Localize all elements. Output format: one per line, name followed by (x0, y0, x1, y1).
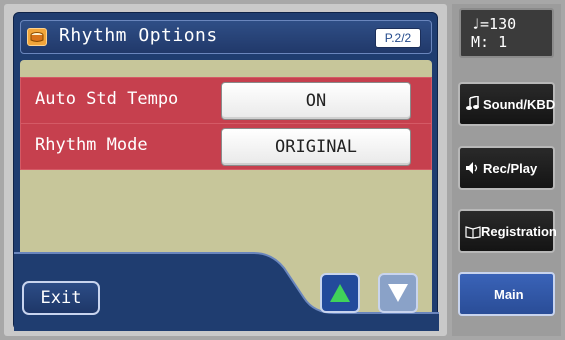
sound-kbd-button[interactable]: Sound/KBD (458, 82, 555, 126)
setting-row-rhythm-mode: Rhythm Mode ORIGINAL (20, 123, 432, 170)
arrow-down-icon (388, 284, 408, 302)
scroll-down-button[interactable] (378, 273, 418, 313)
page-indicator: P.2/2 (375, 28, 421, 48)
main-button[interactable]: Main (458, 272, 555, 316)
music-note-icon (466, 96, 479, 110)
setting-label: Rhythm Mode (35, 135, 148, 155)
speaker-icon (466, 162, 478, 174)
tempo-display: ♩=130 M: 1 (459, 8, 554, 58)
right-panel: ♩=130 M: 1 Sound/KBD Rec/Play Registrati… (452, 4, 561, 336)
drum-icon (27, 28, 47, 46)
rec-play-button[interactable]: Rec/Play (458, 146, 555, 190)
auto-std-tempo-button[interactable]: ON (221, 82, 411, 120)
setting-row-auto-std-tempo: Auto Std Tempo ON (20, 77, 432, 124)
tempo-value: ♩=130 (471, 15, 517, 33)
measure-value: M: 1 (471, 33, 508, 51)
rec-play-label: Rec/Play (483, 161, 538, 176)
main-label: Main (494, 287, 524, 302)
main-panel: Rhythm Options P.2/2 Auto Std Tempo ON R… (4, 4, 447, 336)
arrow-up-icon (330, 284, 350, 302)
exit-button[interactable]: Exit (22, 281, 100, 315)
registration-label: Registration (481, 224, 557, 239)
setting-label: Auto Std Tempo (35, 89, 179, 109)
display-screen: Rhythm Options P.2/2 Auto Std Tempo ON R… (13, 12, 439, 331)
registration-button[interactable]: Registration (458, 209, 557, 253)
sound-kbd-label: Sound/KBD (483, 97, 556, 112)
scroll-up-button[interactable] (320, 273, 360, 313)
page-title: Rhythm Options (59, 25, 218, 46)
book-icon (465, 226, 481, 239)
rhythm-mode-button[interactable]: ORIGINAL (221, 128, 411, 166)
title-bar: Rhythm Options P.2/2 (20, 20, 432, 54)
